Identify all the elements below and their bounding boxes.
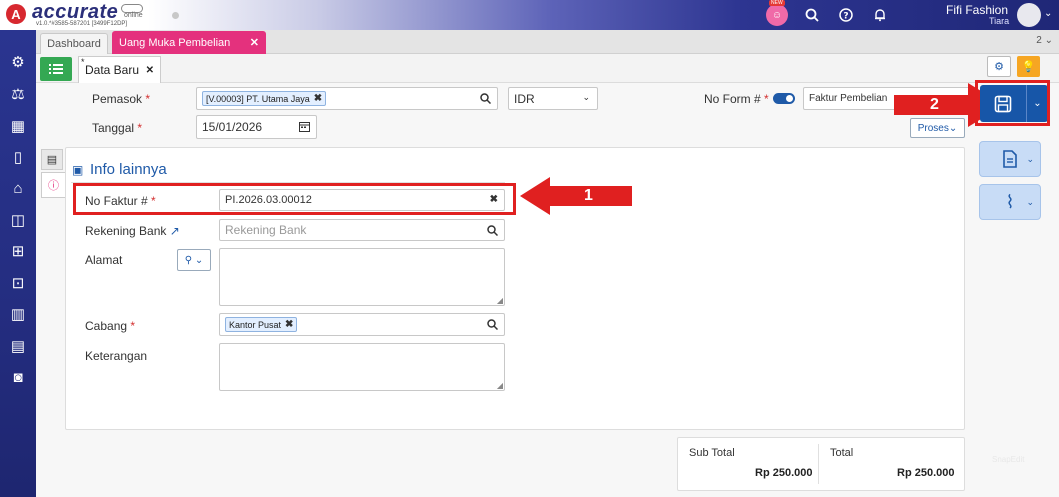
rekening-bank-label: Rekening Bank ↗	[85, 224, 180, 238]
info-icon: ⓘ	[48, 180, 59, 192]
report-icon[interactable]: ▤	[7, 335, 29, 357]
bag-icon[interactable]: ◫	[7, 209, 29, 231]
main-content: Pemasok * [V.00003] PT. Utama Jaya ✖ IDR …	[36, 80, 1059, 497]
alamat-label: Alamat	[85, 253, 123, 267]
pemasok-label: Pemasok *	[92, 92, 151, 106]
tab-label: Data Baru	[85, 63, 140, 77]
new-badge: NEW	[769, 0, 785, 6]
help-icon[interactable]: ?	[836, 5, 856, 25]
cabang-label: Cabang *	[85, 319, 136, 333]
tab-label: Uang Muka Pembelian	[119, 36, 231, 49]
location-button[interactable]: ⚲ ⌄	[177, 249, 211, 271]
user-name[interactable]: Fifi Fashion	[946, 3, 1008, 17]
watermark: SnapEdit	[992, 455, 1025, 464]
highlight-box-step-1	[73, 183, 516, 215]
document-icon: ▤	[46, 154, 58, 166]
highlight-box-step-2	[975, 80, 1050, 126]
building-icon[interactable]: ▦	[7, 115, 29, 137]
search-icon[interactable]	[802, 5, 822, 25]
chevron-down-icon: ⌄	[1026, 154, 1034, 164]
top-bar: A accurate online v1.0.*#3585-587201 [34…	[0, 0, 1059, 30]
gear-icon: ⚙	[994, 61, 1004, 73]
settings-button[interactable]: ⚙	[987, 56, 1011, 77]
no-form-label: No Form # *	[704, 92, 769, 106]
totals-box: Sub Total Rp 250.000 Total Rp 250.000	[677, 437, 965, 491]
chevron-down-icon: ⌄	[1026, 197, 1034, 207]
close-icon[interactable]: ✕	[146, 65, 154, 76]
attachment-button[interactable]: ⌇ ⌄	[979, 184, 1041, 220]
resize-handle-icon[interactable]: ◢	[497, 381, 503, 390]
bank-icon[interactable]: ⌂	[7, 177, 29, 199]
gear-icon[interactable]: ⚙	[7, 51, 29, 73]
subtotal-value: Rp 250.000	[755, 467, 813, 479]
svg-text:?: ?	[843, 12, 848, 22]
sub-toolbar: * Data Baru ✕ ⚙ 💡	[36, 54, 1059, 83]
step-2-number: 2	[930, 96, 939, 113]
avatar[interactable]	[1017, 3, 1041, 27]
scale-icon[interactable]: ⚖	[7, 83, 29, 105]
close-icon[interactable]: ✖	[314, 93, 322, 104]
cart-icon[interactable]: ⊞	[7, 240, 29, 262]
list-icon	[49, 64, 63, 74]
map-pin-icon: ⚲	[184, 254, 193, 266]
app-version: v1.0.*#3585-587201 [3499F12DP]	[36, 21, 128, 27]
info-document-icon: ▣	[72, 163, 84, 177]
list-view-button[interactable]	[40, 57, 72, 81]
tab-data-baru[interactable]: * Data Baru ✕	[78, 56, 161, 83]
status-dot-icon	[172, 12, 179, 19]
user-branch: Tiara	[989, 16, 1010, 26]
tab-dashboard[interactable]: Dashboard	[40, 33, 108, 54]
tanggal-label: Tanggal *	[92, 121, 143, 135]
rekening-bank-input[interactable]: Rekening Bank	[219, 219, 505, 241]
currency-select[interactable]: IDR ⌄	[508, 87, 598, 110]
pemasok-chip: [V.00003] PT. Utama Jaya ✖	[202, 91, 327, 106]
tanggal-field[interactable]: 15/01/2026	[196, 115, 317, 139]
tab-strip: Dashboard Uang Muka Pembelian ✕ 2 ⌄	[36, 30, 1059, 54]
tab-detail[interactable]: ▤	[41, 149, 63, 170]
auto-number-toggle[interactable]	[773, 93, 795, 104]
print-document-button[interactable]: ⌄	[979, 141, 1041, 177]
arrow-step-1-icon	[520, 177, 632, 215]
mascot-icon[interactable]: ☺	[766, 4, 788, 26]
tab-info-lainnya[interactable]: ⓘ	[41, 172, 65, 198]
keterangan-textarea[interactable]: ◢	[219, 343, 505, 391]
step-1-number: 1	[584, 187, 593, 204]
panel-title: Info lainnya	[90, 161, 167, 178]
alamat-textarea[interactable]: ◢	[219, 248, 505, 306]
total-label: Total	[830, 447, 854, 459]
totals-divider	[818, 444, 819, 484]
tab-uang-muka-pembelian[interactable]: Uang Muka Pembelian ✕	[112, 31, 266, 54]
document-icon	[1003, 150, 1017, 168]
close-icon[interactable]: ✕	[250, 36, 259, 49]
search-icon[interactable]	[487, 225, 499, 239]
pemasok-field[interactable]: [V.00003] PT. Utama Jaya ✖	[196, 87, 498, 110]
external-link-icon: ↗	[169, 224, 180, 238]
paperclip-icon: ⌇	[1005, 191, 1015, 212]
app-logo-sub: online	[124, 12, 143, 19]
sidebar: ⚙ ⚖ ▦ ▯ ⌂ ◫ ⊞ ⊡ ▥ ▤ ◙	[0, 30, 36, 497]
chevron-down-icon: ⌄	[582, 92, 590, 102]
book-icon[interactable]: ▯	[7, 146, 29, 168]
search-icon[interactable]	[480, 93, 492, 107]
keterangan-label: Keterangan	[85, 349, 148, 363]
open-tabs-count[interactable]: 2 ⌄	[1036, 35, 1053, 46]
total-value: Rp 250.000	[897, 467, 955, 479]
bell-icon[interactable]	[870, 5, 890, 25]
chevron-down-icon[interactable]: ⌄	[1044, 8, 1052, 19]
close-icon[interactable]: ✖	[285, 319, 293, 330]
cabang-field[interactable]: Kantor Pusat ✖	[219, 313, 505, 336]
factory-icon[interactable]: ▥	[7, 303, 29, 325]
accurate-logo-icon: A	[6, 4, 26, 24]
cabang-chip: Kantor Pusat ✖	[225, 317, 298, 332]
lightbulb-icon: 💡	[1021, 61, 1036, 73]
calendar-icon[interactable]	[299, 121, 310, 135]
document-settings-icon[interactable]: ◙	[7, 366, 29, 388]
subtotal-label: Sub Total	[689, 447, 735, 459]
unsaved-marker: *	[81, 57, 85, 67]
trolley-icon[interactable]: ⊡	[7, 272, 29, 294]
resize-handle-icon[interactable]: ◢	[497, 296, 503, 305]
search-icon[interactable]	[487, 319, 499, 333]
tips-button[interactable]: 💡	[1017, 56, 1040, 77]
